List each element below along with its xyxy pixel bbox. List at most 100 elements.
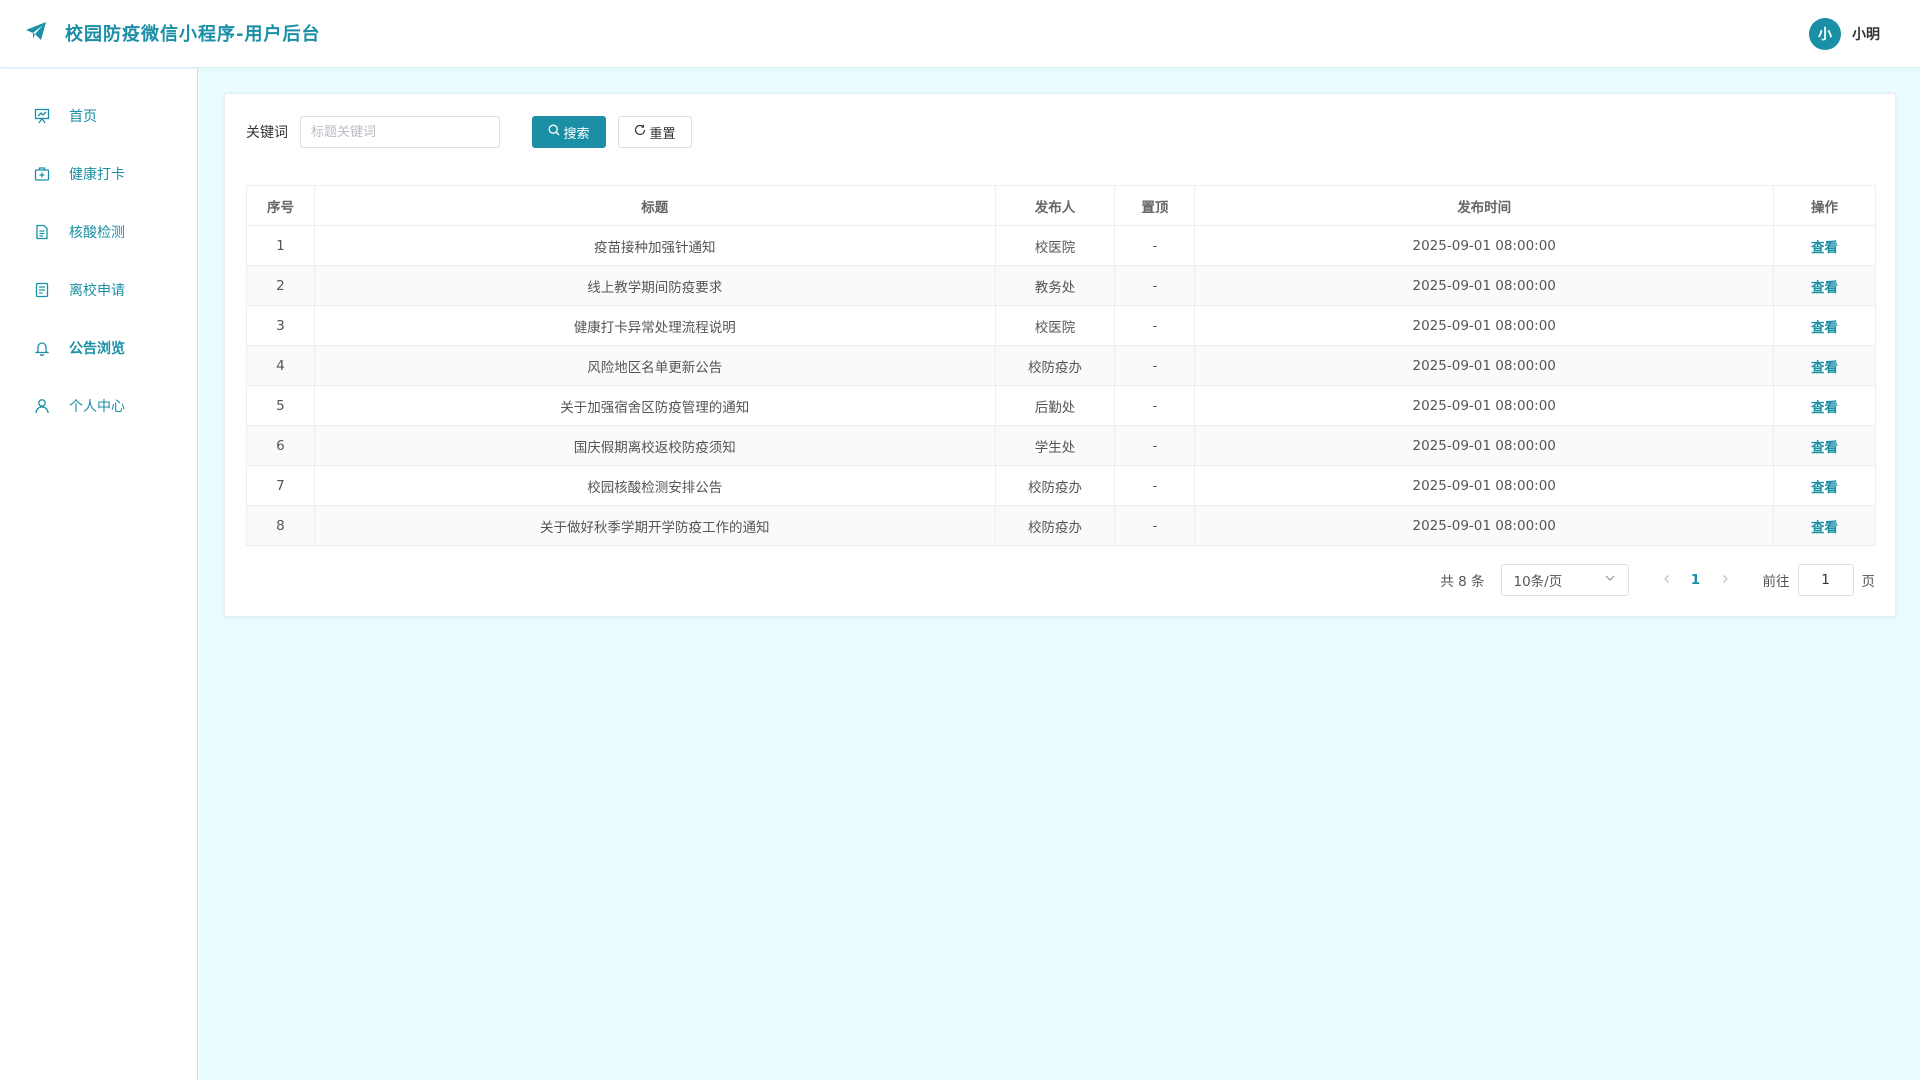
sidebar-item-announcements[interactable]: 公告浏览 (0, 319, 197, 377)
cell-action: 查看 (1773, 505, 1876, 546)
cell-time: 2025-09-01 08:00:00 (1194, 265, 1775, 306)
medical-kit-icon (33, 165, 51, 183)
cell-time: 2025-09-01 08:00:00 (1194, 345, 1775, 386)
column-header: 序号 (246, 185, 315, 226)
column-header: 标题 (313, 185, 996, 226)
cell-pinned: - (1114, 265, 1196, 306)
view-link[interactable]: 查看 (1811, 320, 1838, 336)
cell-title: 关于加强宿舍区防疫管理的通知 (313, 385, 996, 426)
table-row: 7 校园核酸检测安排公告 校防疫办 - 2025-09-01 08:00:00 … (246, 465, 1876, 506)
view-link[interactable]: 查看 (1811, 480, 1838, 496)
sidebar-item-nucleic-test[interactable]: 核酸检测 (0, 203, 197, 261)
sidebar-item-label: 公告浏览 (69, 341, 125, 357)
sidebar-item-home[interactable]: 首页 (0, 87, 197, 145)
view-link[interactable]: 查看 (1811, 280, 1838, 296)
form-icon (33, 281, 51, 299)
column-header: 发布人 (994, 185, 1116, 226)
cell-publisher: 学生处 (994, 425, 1116, 466)
cell-publisher: 后勤处 (994, 385, 1116, 426)
table-row: 2 线上教学期间防疫要求 教务处 - 2025-09-01 08:00:00 查… (246, 265, 1876, 306)
page-number-current[interactable]: 1 (1681, 572, 1711, 588)
cell-pinned: - (1114, 225, 1196, 266)
sidebar-item-leave-application[interactable]: 离校申请 (0, 261, 197, 319)
sidebar-item-label: 个人中心 (69, 399, 125, 415)
cell-pinned: - (1114, 345, 1196, 386)
cell-no: 3 (246, 305, 315, 346)
brand: 校园防疫微信小程序-用户后台 (25, 20, 320, 46)
cell-pinned: - (1114, 305, 1196, 346)
reset-button[interactable]: 重置 (618, 116, 692, 148)
cell-action: 查看 (1773, 385, 1876, 426)
table-row: 5 关于加强宿舍区防疫管理的通知 后勤处 - 2025-09-01 08:00:… (246, 385, 1876, 426)
view-link[interactable]: 查看 (1811, 240, 1838, 256)
sidebar-item-label: 核酸检测 (69, 225, 125, 241)
goto-label: 前往 (1762, 574, 1790, 590)
top-header: 校园防疫微信小程序-用户后台 小 小明 (0, 0, 1920, 68)
table-row: 6 国庆假期离校返校防疫须知 学生处 - 2025-09-01 08:00:00… (246, 425, 1876, 466)
view-link[interactable]: 查看 (1811, 440, 1838, 456)
cell-publisher: 校医院 (994, 225, 1116, 266)
total-count: 共 8 条 (1440, 574, 1485, 590)
cell-no: 8 (246, 505, 315, 546)
paper-plane-icon (25, 21, 47, 45)
cell-pinned: - (1114, 505, 1196, 546)
column-header: 置顶 (1114, 185, 1196, 226)
cell-title: 健康打卡异常处理流程说明 (313, 305, 996, 346)
cell-action: 查看 (1773, 225, 1876, 266)
sidebar-item-label: 健康打卡 (69, 167, 125, 183)
user-icon (33, 397, 51, 415)
reset-button-label: 重置 (649, 126, 676, 142)
cell-time: 2025-09-01 08:00:00 (1194, 505, 1775, 546)
pagination: 共 8 条 10条/页 1 前往 页 (1440, 564, 1875, 596)
refresh-icon (634, 124, 646, 140)
cell-action: 查看 (1773, 305, 1876, 346)
sidebar-item-profile[interactable]: 个人中心 (0, 377, 197, 435)
document-icon (33, 223, 51, 241)
cell-title: 关于做好秋季学期开学防疫工作的通知 (313, 505, 996, 546)
goto-page-input[interactable] (1797, 564, 1854, 596)
view-link[interactable]: 查看 (1811, 520, 1838, 536)
view-link[interactable]: 查看 (1811, 360, 1838, 376)
sidebar-item-label: 首页 (69, 109, 97, 125)
search-bar: 关键词 搜索 重置 (246, 116, 692, 148)
table-header-row: 序号 标题 发布人 置顶 发布时间 操作 (246, 185, 1876, 226)
cell-action: 查看 (1773, 465, 1876, 506)
sidebar-item-health-checkin[interactable]: 健康打卡 (0, 145, 197, 203)
cell-title: 风险地区名单更新公告 (313, 345, 996, 386)
table-row: 3 健康打卡异常处理流程说明 校医院 - 2025-09-01 08:00:00… (246, 305, 1876, 346)
avatar[interactable]: 小 (1809, 18, 1841, 50)
view-link[interactable]: 查看 (1811, 400, 1838, 416)
chart-board-icon (33, 107, 51, 125)
cell-publisher: 校医院 (994, 305, 1116, 346)
page-size-select[interactable]: 10条/页 (1500, 564, 1629, 596)
table-row: 8 关于做好秋季学期开学防疫工作的通知 校防疫办 - 2025-09-01 08… (246, 505, 1876, 546)
prev-page-button[interactable] (1653, 572, 1681, 588)
bell-icon (33, 339, 51, 357)
keyword-label: 关键词 (246, 125, 288, 141)
cell-publisher: 教务处 (994, 265, 1116, 306)
announcement-table: 序号 标题 发布人 置顶 发布时间 操作 1 疫苗接种加强针通知 校医院 - 2… (246, 185, 1876, 546)
user-menu[interactable]: 小 小明 (1809, 18, 1880, 50)
column-header: 发布时间 (1194, 185, 1775, 226)
cell-time: 2025-09-01 08:00:00 (1194, 465, 1775, 506)
cell-time: 2025-09-01 08:00:00 (1194, 425, 1775, 466)
user-name[interactable]: 小明 (1852, 24, 1880, 44)
cell-title: 线上教学期间防疫要求 (313, 265, 996, 306)
cell-no: 4 (246, 345, 315, 386)
cell-publisher: 校防疫办 (994, 505, 1116, 546)
chevron-right-icon (1722, 575, 1728, 583)
cell-publisher: 校防疫办 (994, 465, 1116, 506)
search-button[interactable]: 搜索 (532, 116, 606, 148)
page-size-value: 10条/页 (1513, 574, 1563, 590)
page-suffix: 页 (1861, 574, 1876, 590)
next-page-button[interactable] (1711, 572, 1739, 588)
cell-no: 6 (246, 425, 315, 466)
cell-time: 2025-09-01 08:00:00 (1194, 225, 1775, 266)
sidebar: 首页 健康打卡 核酸检测 离校申请 公告浏览 个人中心 (0, 69, 198, 1080)
search-icon (548, 124, 560, 140)
cell-title: 校园核酸检测安排公告 (313, 465, 996, 506)
cell-publisher: 校防疫办 (994, 345, 1116, 386)
search-button-label: 搜索 (563, 126, 590, 142)
keyword-input[interactable] (300, 116, 500, 148)
cell-action: 查看 (1773, 345, 1876, 386)
